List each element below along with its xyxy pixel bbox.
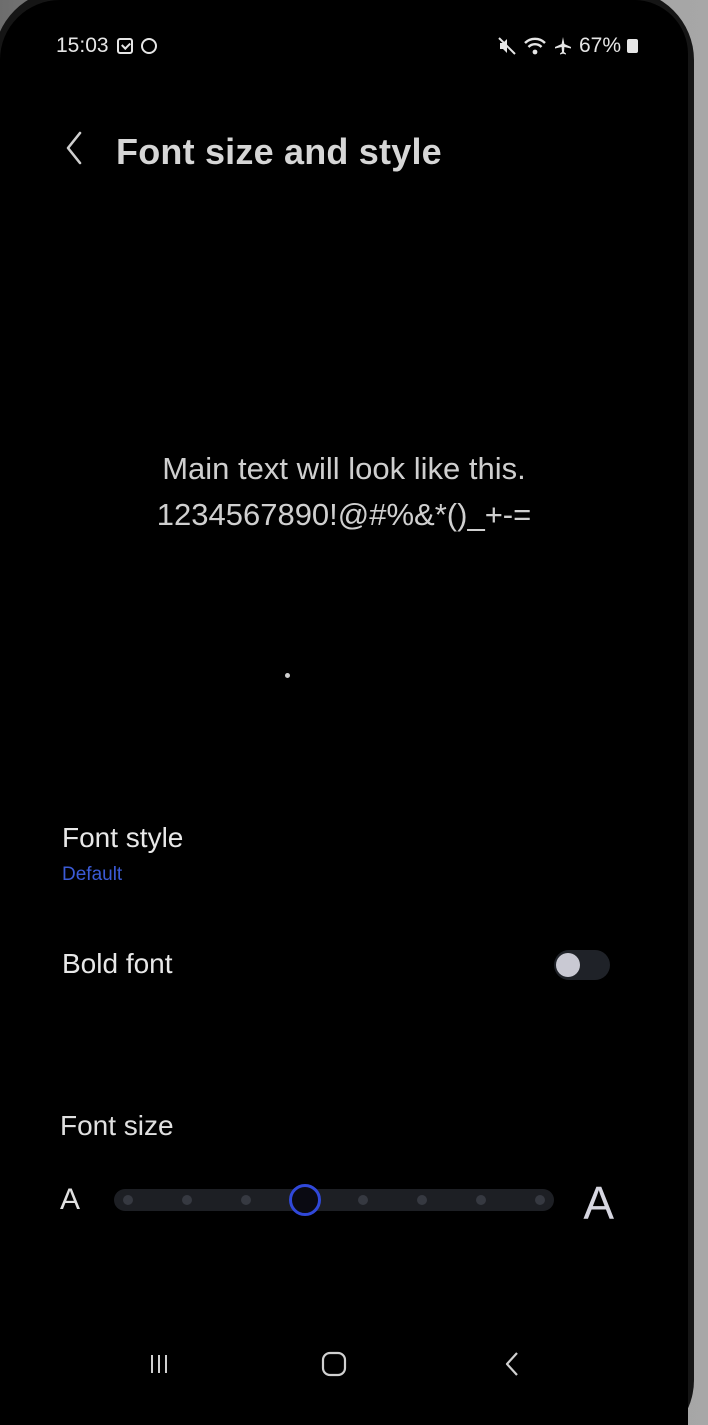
back-icon [505, 1352, 518, 1376]
wifi-icon [524, 37, 546, 55]
navigation-bar [0, 1330, 688, 1410]
preview-line-1: Main text will look like this. [162, 451, 526, 486]
font-size-label: Font size [60, 1110, 174, 1141]
font-preview: Main text will look like this. 123456789… [0, 446, 688, 538]
font-style-row[interactable]: Font style Default [62, 822, 212, 894]
bold-font-label: Bold font [62, 948, 173, 979]
slider-step-tick [123, 1195, 133, 1205]
screen: 15:03 67% Font size and style Main text … [0, 0, 688, 1425]
back-button[interactable] [56, 110, 92, 186]
font-style-value: Default [62, 864, 123, 885]
battery-percent: 67% [578, 34, 621, 57]
large-a-glyph: A [583, 1177, 614, 1229]
recents-button[interactable] [137, 1342, 181, 1386]
preview-line-2: 1234567890!@#%&*()_+-= [156, 497, 532, 532]
font-style-label: Font style [62, 822, 184, 853]
slider-step-tick [358, 1195, 369, 1205]
device-backdrop: 15:03 67% Font size and style Main text … [0, 0, 708, 1425]
notification-box-icon [116, 38, 133, 54]
status-right: 67% [497, 34, 638, 58]
airplane-icon [554, 37, 571, 55]
font-size-slider[interactable] [114, 1184, 554, 1216]
page-indicator-dot [285, 673, 290, 678]
font-size-slider-thumb[interactable] [288, 1184, 321, 1216]
status-left: 15:03 [56, 34, 157, 58]
home-icon [321, 1351, 347, 1377]
slider-step-tick [476, 1195, 487, 1205]
sync-circle-icon [140, 38, 157, 54]
chevron-left-icon [66, 131, 82, 165]
page-title: Font size and style [116, 131, 442, 172]
home-button[interactable] [312, 1342, 356, 1386]
bold-font-toggle[interactable] [554, 950, 610, 980]
status-bar: 15:03 67% [56, 32, 638, 66]
bold-font-row[interactable]: Bold font [40, 932, 624, 1006]
font-size-slider-group: A A [60, 1175, 620, 1235]
slider-step-tick [535, 1195, 545, 1205]
slider-step-tick [417, 1195, 428, 1205]
recents-icon [151, 1355, 167, 1373]
small-a-glyph: A [60, 1183, 81, 1216]
slider-step-tick [240, 1195, 251, 1205]
status-time: 15:03 [56, 34, 109, 57]
slider-step-tick [181, 1195, 192, 1205]
battery-icon [627, 39, 638, 53]
mute-icon [498, 37, 516, 55]
app-header: Font size and style [56, 110, 628, 190]
toggle-knob [556, 953, 580, 977]
nav-back-button[interactable] [490, 1342, 534, 1386]
